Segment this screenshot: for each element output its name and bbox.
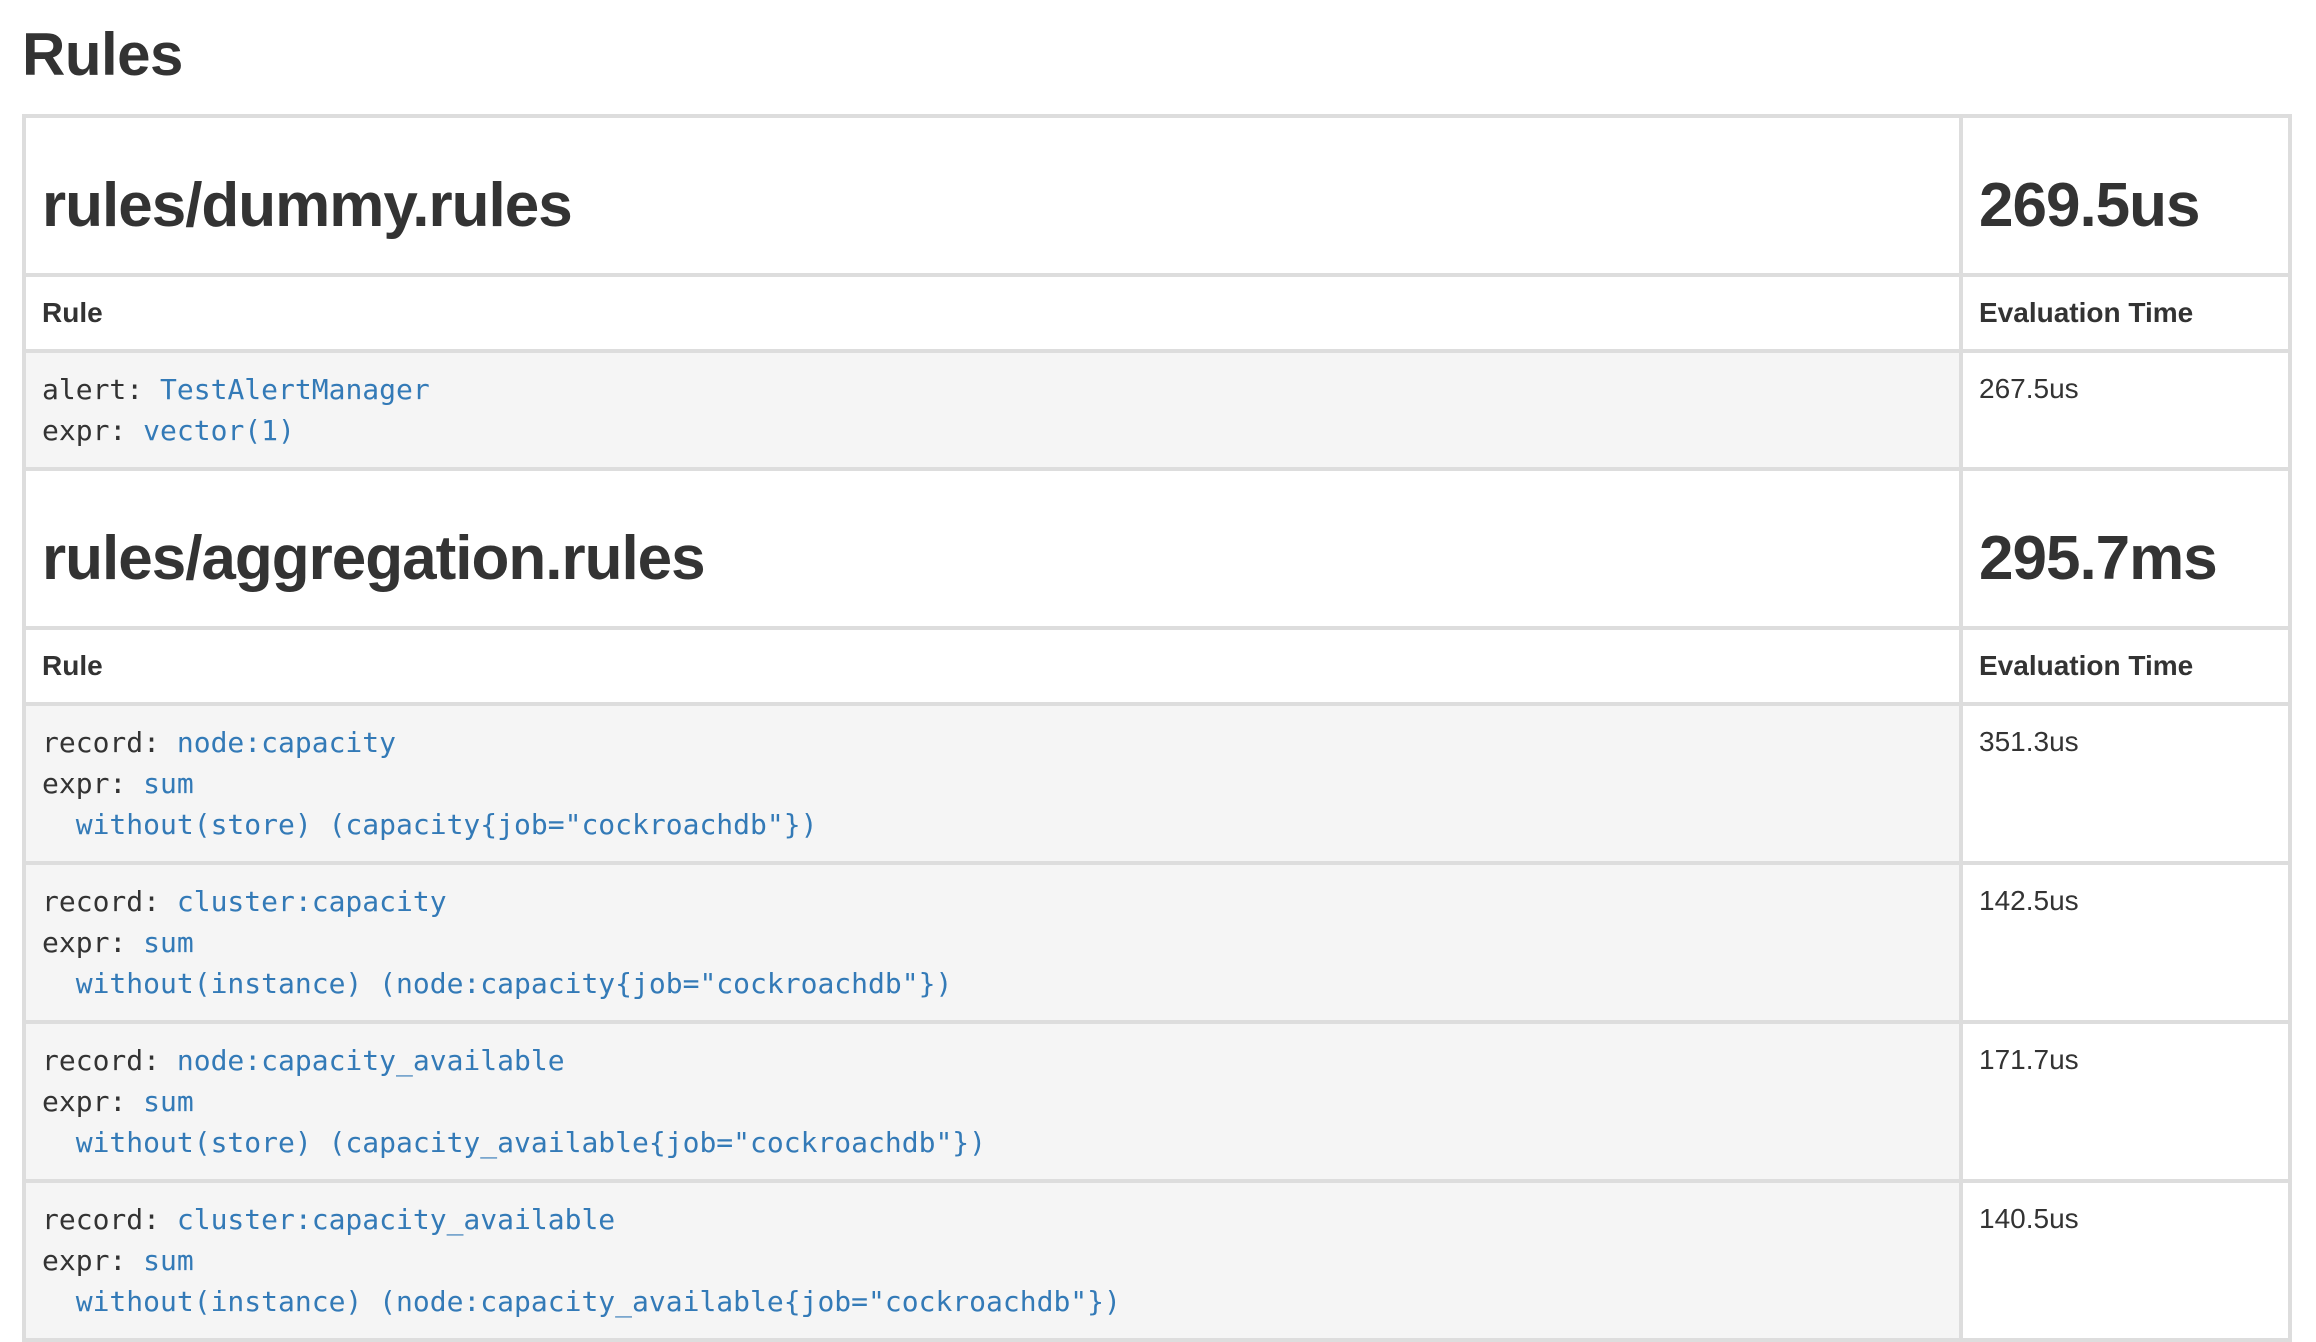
rule-expr-link[interactable]: sum without(instance) (node:capacity{job…: [42, 926, 952, 1000]
rule-name-link[interactable]: node:capacity_available: [177, 1044, 565, 1077]
rule-cell: record: cluster:capacity_available expr:…: [24, 1181, 1961, 1340]
expr-keyword: expr:: [42, 414, 143, 447]
evaluation-time-column-header: Evaluation Time: [1961, 275, 2290, 351]
rule-keyword: alert:: [42, 373, 160, 406]
rule-definition: record: cluster:capacity expr: sum witho…: [42, 881, 1943, 1004]
rule-expr-link[interactable]: sum without(instance) (node:capacity_ava…: [42, 1244, 1121, 1318]
expr-keyword: expr:: [42, 926, 143, 959]
rule-group-header-row: rules/aggregation.rules 295.7ms: [24, 469, 2290, 628]
column-header-row: Rule Evaluation Time: [24, 275, 2290, 351]
expr-keyword: expr:: [42, 1085, 143, 1118]
rule-group-name: rules/aggregation.rules: [42, 525, 1943, 592]
rule-expr-link[interactable]: sum without(store) (capacity{job="cockro…: [42, 767, 817, 841]
rule-definition: record: node:capacity_available expr: su…: [42, 1040, 1943, 1163]
expr-keyword: expr:: [42, 1244, 143, 1277]
rule-keyword: record:: [42, 1203, 177, 1236]
column-header-row: Rule Evaluation Time: [24, 628, 2290, 704]
rule-row: record: node:capacity_available expr: su…: [24, 1022, 2290, 1181]
rule-definition: alert: TestAlertManager expr: vector(1): [42, 369, 1943, 451]
rule-cell: record: node:capacity_available expr: su…: [24, 1022, 1961, 1181]
rule-evaluation-time: 171.7us: [1961, 1022, 2290, 1181]
expr-keyword: expr:: [42, 767, 143, 800]
rule-group-name-cell: rules/dummy.rules: [24, 116, 1961, 275]
rule-name-link[interactable]: cluster:capacity: [177, 885, 447, 918]
rule-keyword: record:: [42, 1044, 177, 1077]
rule-cell: record: cluster:capacity expr: sum witho…: [24, 863, 1961, 1022]
rule-group-evaluation-time: 269.5us: [1979, 172, 2272, 239]
rule-name-link[interactable]: cluster:capacity_available: [177, 1203, 615, 1236]
page-title: Rules: [22, 22, 2292, 88]
rule-cell: record: node:capacity expr: sum without(…: [24, 704, 1961, 863]
rule-definition: record: cluster:capacity_available expr:…: [42, 1199, 1943, 1322]
evaluation-time-column-header: Evaluation Time: [1961, 628, 2290, 704]
rule-keyword: record:: [42, 885, 177, 918]
rule-definition: record: node:capacity expr: sum without(…: [42, 722, 1943, 845]
rule-group-evaluation-time-cell: 295.7ms: [1961, 469, 2290, 628]
rule-group-name: rules/dummy.rules: [42, 172, 1943, 239]
rule-group-evaluation-time: 295.7ms: [1979, 525, 2272, 592]
rule-row: alert: TestAlertManager expr: vector(1) …: [24, 351, 2290, 469]
rule-row: record: node:capacity expr: sum without(…: [24, 704, 2290, 863]
rule-expr-link[interactable]: vector(1): [143, 414, 295, 447]
rule-evaluation-time: 267.5us: [1961, 351, 2290, 469]
rule-name-link[interactable]: node:capacity: [177, 726, 396, 759]
rule-evaluation-time: 140.5us: [1961, 1181, 2290, 1340]
rule-group-evaluation-time-cell: 269.5us: [1961, 116, 2290, 275]
rule-cell: alert: TestAlertManager expr: vector(1): [24, 351, 1961, 469]
rule-name-link[interactable]: TestAlertManager: [160, 373, 430, 406]
rules-table: rules/dummy.rules 269.5us Rule Evaluatio…: [22, 114, 2292, 1342]
rule-evaluation-time: 142.5us: [1961, 863, 2290, 1022]
rule-row: record: cluster:capacity expr: sum witho…: [24, 863, 2290, 1022]
rule-evaluation-time: 351.3us: [1961, 704, 2290, 863]
rule-column-header: Rule: [24, 628, 1961, 704]
rule-column-header: Rule: [24, 275, 1961, 351]
rule-group-header-row: rules/dummy.rules 269.5us: [24, 116, 2290, 275]
rule-group-name-cell: rules/aggregation.rules: [24, 469, 1961, 628]
rule-row: record: cluster:capacity_available expr:…: [24, 1181, 2290, 1340]
rule-keyword: record:: [42, 726, 177, 759]
rule-expr-link[interactable]: sum without(store) (capacity_available{j…: [42, 1085, 986, 1159]
rules-page: Rules rules/dummy.rules 269.5us Rule Eva…: [0, 0, 2316, 1342]
